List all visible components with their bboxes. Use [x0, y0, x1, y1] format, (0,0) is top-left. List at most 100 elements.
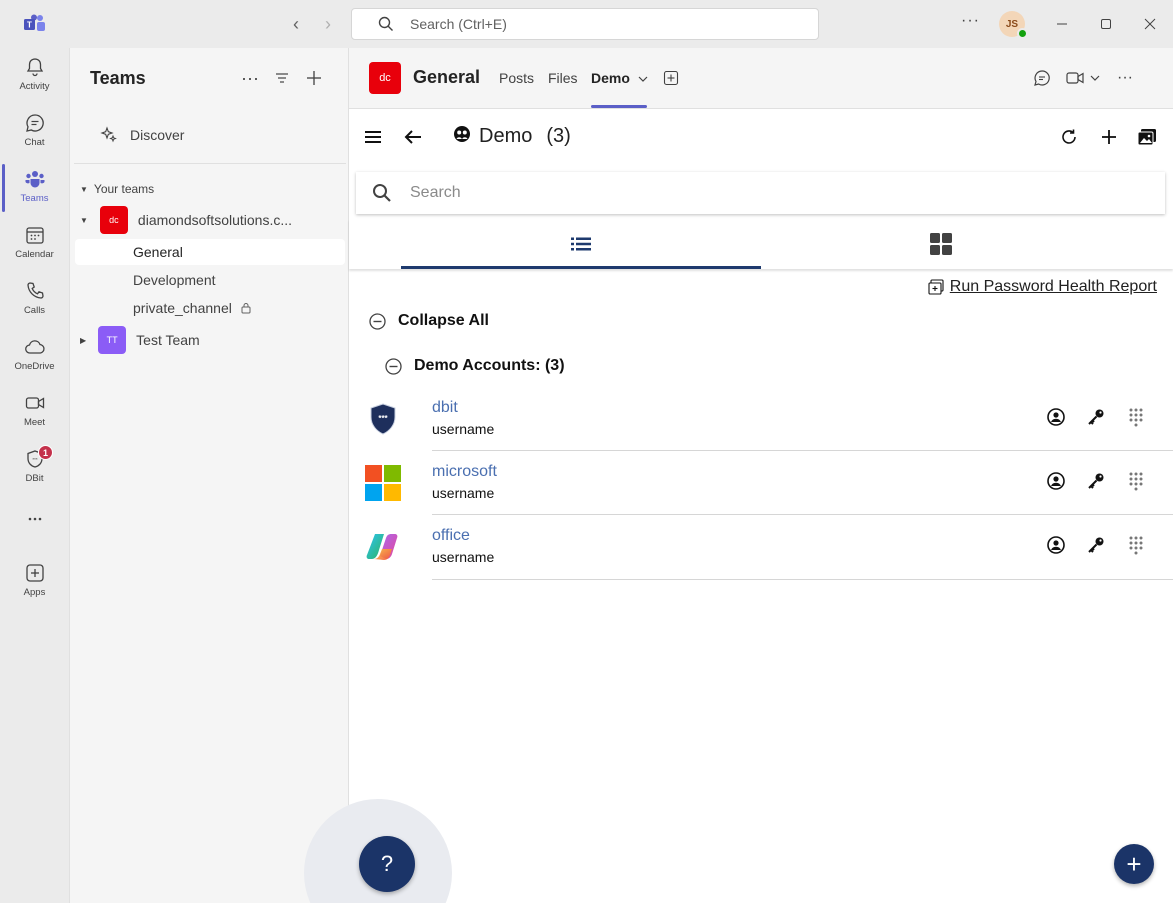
chat-icon[interactable] [1032, 68, 1052, 88]
more-options-icon[interactable]: ··· [240, 68, 260, 88]
group-header-demo-accounts[interactable]: Demo Accounts: (3) [385, 357, 565, 375]
active-view-indicator [401, 266, 761, 269]
user-circle-icon[interactable] [1046, 535, 1066, 555]
more-options-icon[interactable]: ··· [1115, 68, 1135, 88]
chat-icon [25, 114, 44, 132]
rail-item-teams[interactable]: Teams [0, 160, 69, 216]
chevron-down-icon [638, 76, 648, 82]
discover-label: Discover [130, 127, 185, 143]
account-name[interactable]: dbit [432, 399, 458, 417]
discover-button[interactable]: Discover [100, 126, 184, 144]
chevron-down-icon [1090, 75, 1100, 81]
maximize-icon[interactable] [1096, 14, 1116, 34]
tab-demo[interactable]: Demo [591, 70, 648, 86]
team-avatar: dc [99, 206, 128, 234]
filter-icon[interactable] [272, 68, 292, 88]
more-icon [28, 517, 41, 521]
rail-item-dbit[interactable]: *** DBit [0, 440, 69, 496]
group-icon [454, 125, 470, 142]
tab-files[interactable]: Files [548, 70, 578, 86]
forward-arrow-icon[interactable]: › [318, 14, 338, 34]
video-icon [1066, 72, 1084, 84]
rail-label: Activity [19, 81, 50, 92]
vault-search-input[interactable]: Search [356, 172, 1165, 214]
account-row-dbit[interactable]: *** dbit username [349, 387, 1173, 451]
channel-avatar: dc [369, 62, 401, 94]
tab-posts[interactable]: Posts [499, 70, 534, 86]
rail-item-apps[interactable]: Apps [0, 554, 69, 610]
rail-item-activity[interactable]: Activity [0, 48, 69, 104]
dialpad-icon[interactable] [1126, 471, 1146, 491]
user-circle-icon[interactable] [1046, 471, 1066, 491]
image-icon[interactable] [1135, 125, 1159, 149]
caret-down-icon: ▼ [80, 215, 88, 225]
active-tab-indicator [591, 105, 647, 108]
title-bar: T ‹ › Search (Ctrl+E) ··· JS [0, 0, 1173, 48]
back-arrow-icon[interactable]: ‹ [286, 14, 306, 34]
global-search-placeholder: Search (Ctrl+E) [410, 16, 507, 32]
global-search-input[interactable]: Search (Ctrl+E) [351, 8, 819, 40]
video-icon [25, 397, 44, 409]
rail-item-calls[interactable]: Calls [0, 272, 69, 328]
list-view-tab[interactable] [401, 219, 761, 269]
dialpad-icon[interactable] [1126, 407, 1146, 427]
account-username: username [432, 549, 495, 565]
user-avatar[interactable]: JS [999, 11, 1028, 39]
teams-panel: Teams ··· Discover ▼ Your teams ▼ dc dia… [69, 48, 349, 903]
channel-name: private_channel [133, 300, 232, 316]
rail-label: Chat [24, 137, 45, 148]
teams-icon [25, 171, 44, 188]
help-button[interactable]: ? [359, 836, 415, 892]
add-account-fab[interactable]: + [1114, 844, 1154, 884]
rail-item-onedrive[interactable]: OneDrive [0, 328, 69, 384]
avatar-initials: JS [1005, 18, 1019, 30]
refresh-icon[interactable] [1057, 125, 1081, 149]
key-icon[interactable] [1086, 471, 1106, 491]
your-teams-header[interactable]: ▼ Your teams [80, 182, 154, 196]
collapse-all-button[interactable]: Collapse All [369, 312, 489, 330]
app-toolbar: Demo (3) [349, 109, 1173, 165]
channel-private[interactable]: private_channel [75, 295, 345, 321]
account-row-microsoft[interactable]: microsoft username [349, 451, 1173, 515]
rail-item-meet[interactable]: Meet [0, 384, 69, 440]
sparkle-icon [100, 126, 117, 143]
rail-label: Calls [23, 305, 46, 316]
more-options-icon[interactable]: ··· [961, 12, 980, 30]
your-teams-label: Your teams [93, 182, 155, 196]
team-diamondsoft[interactable]: ▼ dc diamondsoftsolutions.c... [80, 206, 292, 234]
presence-available-icon [1017, 28, 1028, 39]
collapse-all-label: Collapse All [398, 312, 489, 329]
rail-item-chat[interactable]: Chat [0, 104, 69, 160]
add-icon[interactable] [304, 68, 324, 88]
account-name[interactable]: office [432, 527, 470, 545]
channel-general[interactable]: General [75, 239, 345, 265]
menu-icon[interactable] [361, 125, 385, 149]
channel-development[interactable]: Development [75, 267, 345, 293]
back-arrow-icon[interactable] [401, 125, 425, 149]
add-app-icon [25, 564, 44, 582]
dbit-shield-icon: *** [365, 401, 401, 437]
channel-name: Development [133, 272, 216, 288]
key-icon[interactable] [1086, 407, 1106, 427]
rail-item-more[interactable] [0, 500, 69, 556]
add-tab-icon[interactable] [661, 68, 681, 88]
account-name[interactable]: microsoft [432, 463, 497, 481]
meet-now-button[interactable] [1065, 68, 1101, 88]
rail-item-calendar[interactable]: Calendar [0, 216, 69, 272]
add-icon[interactable] [1097, 125, 1121, 149]
key-icon[interactable] [1086, 535, 1106, 555]
team-name: Test Team [136, 332, 200, 348]
grid-view-tab[interactable] [761, 219, 1121, 269]
password-health-report-link[interactable]: Run Password Health Report [928, 278, 1157, 296]
minimize-icon[interactable] [1052, 14, 1072, 34]
team-test-team[interactable]: ▶ TT Test Team [80, 326, 200, 354]
rail-label: Meet [23, 417, 46, 428]
vault-search-placeholder: Search [410, 184, 461, 201]
account-row-office[interactable]: office username [349, 515, 1173, 580]
close-icon[interactable] [1140, 14, 1160, 34]
dialpad-icon[interactable] [1126, 535, 1146, 555]
team-name: diamondsoftsolutions.c... [137, 212, 293, 228]
account-username: username [432, 421, 495, 437]
user-circle-icon[interactable] [1046, 407, 1066, 427]
rail-label: Calendar [15, 249, 54, 260]
